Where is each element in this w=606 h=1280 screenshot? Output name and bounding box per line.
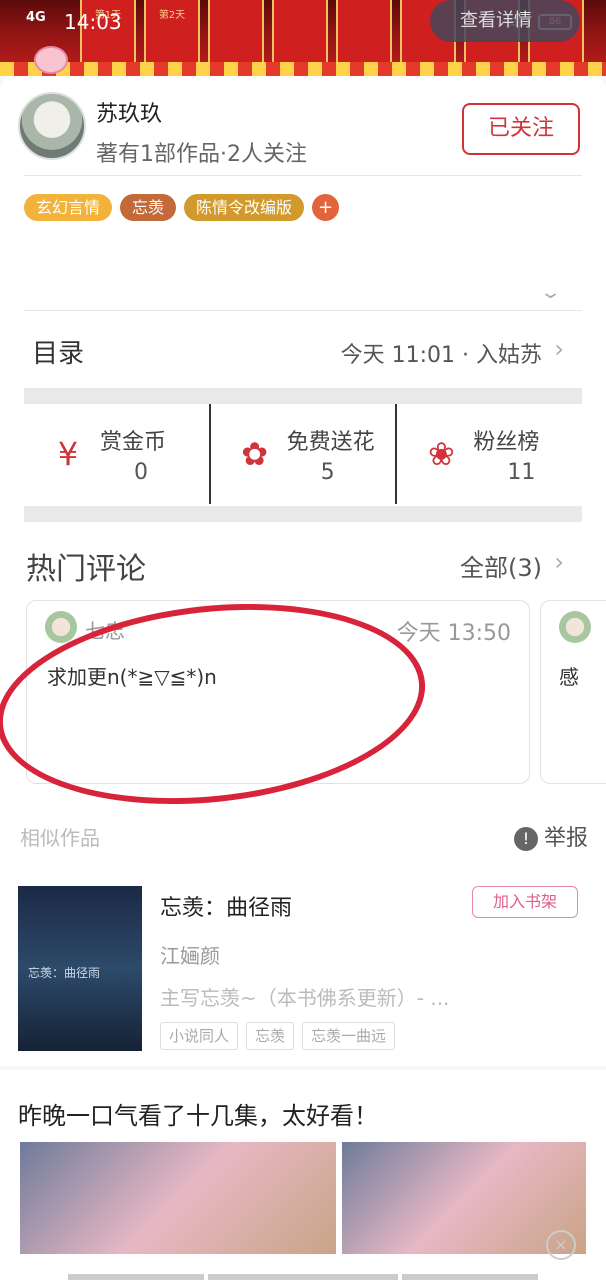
- tag-chip[interactable]: 忘羡: [120, 194, 177, 221]
- tag-chip[interactable]: 陈情令改编版: [184, 194, 305, 221]
- hot-comments-header: 热门评论 全部(3) ›: [24, 536, 582, 596]
- exclamation-icon: !: [513, 827, 538, 851]
- book-cover[interactable]: 忘羡：曲径雨: [18, 886, 142, 1051]
- report-button[interactable]: ! 举报: [513, 820, 588, 852]
- stat-reward-coins[interactable]: ¥ 赏金币 0: [24, 404, 209, 504]
- author-avatar[interactable]: [18, 92, 86, 160]
- pig-mascot-icon: [34, 46, 68, 74]
- scroll-indicator: [68, 1274, 204, 1280]
- tag-list: 玄幻言情 忘羡 陈情令改编版 +: [24, 194, 340, 221]
- divider: [24, 175, 582, 176]
- report-label: 举报: [543, 826, 588, 851]
- comment-text: 感: [559, 665, 579, 689]
- commenter-avatar[interactable]: [45, 611, 77, 643]
- book-recommendation[interactable]: 忘羡：曲径雨 忘羡：曲径雨 加入书架 江婳颜 主写忘羡~（本书佛系更新）- ..…: [0, 866, 606, 1066]
- stat-fan-ranking[interactable]: ❀ 粉丝榜 11: [395, 404, 582, 504]
- book-tag[interactable]: 小说同人: [160, 1022, 239, 1050]
- stat-label: 赏金币: [100, 430, 167, 455]
- catalog-row[interactable]: 目录 今天 11:01 · 入姑苏 ›: [24, 310, 582, 386]
- chevron-down-icon[interactable]: ⌄: [539, 282, 562, 303]
- book-tag[interactable]: 忘羡一曲远: [302, 1022, 396, 1050]
- network-indicator: 4G: [26, 10, 46, 25]
- clock: 14:03: [64, 10, 122, 34]
- chevron-right-icon: ›: [554, 335, 564, 363]
- view-detail-button[interactable]: 查看详情: [430, 0, 580, 42]
- stat-value: 11: [507, 460, 536, 485]
- follow-button[interactable]: 已关注: [462, 103, 580, 155]
- latest-chapter: 今天 11:01 · 入姑苏: [340, 343, 542, 368]
- tag-chip[interactable]: 玄幻言情: [24, 194, 113, 221]
- add-to-shelf-button[interactable]: 加入书架: [472, 886, 578, 918]
- ad-title[interactable]: 昨晚一口气看了十几集，太好看！: [18, 1096, 378, 1131]
- similar-works-label: 相似作品: [20, 826, 100, 850]
- red-envelope-icon: ¥: [57, 435, 79, 473]
- stat-label: 粉丝榜: [473, 430, 540, 455]
- book-tag[interactable]: 忘羡: [246, 1022, 295, 1050]
- banner-stripe: [0, 62, 606, 76]
- book-author: 江婳颜: [160, 944, 220, 968]
- commenter-avatar[interactable]: [559, 611, 591, 643]
- all-comments-link[interactable]: 全部(3): [460, 548, 542, 583]
- stat-free-flowers[interactable]: ✿ 免费送花 5: [208, 404, 396, 504]
- flower-icon: ✿: [241, 435, 269, 473]
- ad-card[interactable]: 昨晚一口气看了十几集，太好看！ ×: [0, 1070, 606, 1280]
- stat-label: 免费送花: [286, 430, 375, 455]
- scroll-indicator: [402, 1274, 538, 1280]
- hot-comments-title: 热门评论: [26, 552, 146, 587]
- book-tags: 小说同人 忘羡 忘羡一曲远: [160, 1022, 396, 1050]
- author-name[interactable]: 苏玖玖: [96, 96, 162, 128]
- comment-card[interactable]: 感: [540, 600, 606, 784]
- book-title[interactable]: 忘羡：曲径雨: [160, 890, 292, 922]
- book-description: 主写忘羡~（本书佛系更新）- ...: [160, 986, 450, 1010]
- stat-value: 5: [320, 460, 335, 485]
- medal-icon: ❀: [427, 435, 455, 473]
- ad-image[interactable]: [20, 1142, 336, 1254]
- add-tag-button[interactable]: +: [312, 194, 340, 221]
- section-separator: [24, 506, 582, 522]
- scroll-indicator: [208, 1274, 398, 1280]
- chevron-right-icon[interactable]: ›: [554, 548, 564, 576]
- close-icon[interactable]: ×: [546, 1230, 576, 1260]
- catalog-title: 目录: [32, 339, 85, 369]
- stats-bar: ¥ 赏金币 0 ✿ 免费送花 5 ❀ 粉丝榜 11: [24, 404, 582, 504]
- author-meta: 著有1部作品·2人关注: [96, 142, 307, 167]
- cover-title: 忘羡：曲径雨: [28, 966, 101, 980]
- comment-time: 今天 13:50: [396, 621, 511, 646]
- section-separator: [24, 388, 582, 404]
- stat-value: 0: [134, 460, 148, 485]
